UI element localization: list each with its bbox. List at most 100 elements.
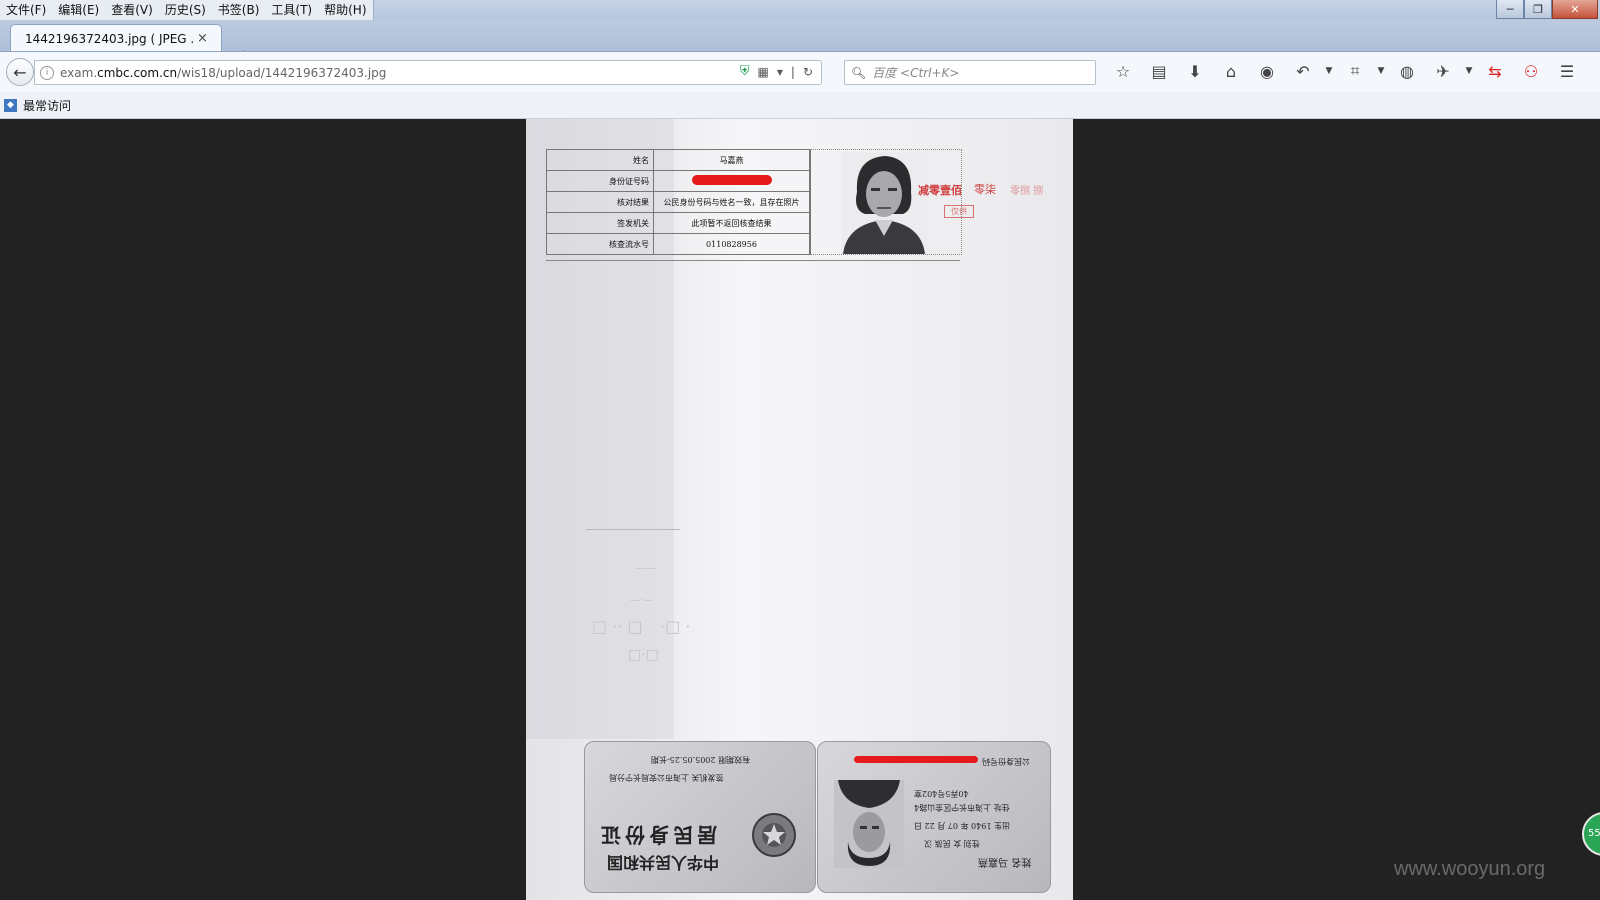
national-emblem-icon: [752, 813, 796, 857]
search-icon: 🔍︎: [851, 65, 867, 80]
bookmark-folder-icon: ◆: [4, 98, 17, 112]
faint-mark: □ ·· □: [592, 617, 643, 636]
menu-edit[interactable]: 编辑(E): [52, 0, 105, 20]
comment-icon[interactable]: ◍: [1389, 62, 1425, 81]
stamp-text: 零柒: [974, 183, 996, 196]
download-icon[interactable]: ⬇: [1177, 62, 1213, 81]
card-id-label: 公民身份号码: [982, 757, 1030, 766]
table-row: 身份证号码: [546, 170, 810, 192]
toolbar: ☆ ▤ ⬇ ⌂ ◉ ↶ ▼ ⌗ ▼ ◍ ✈ ▼ ⇆ ⚇ ☰: [1105, 61, 1585, 81]
menu-tools[interactable]: 工具(T): [265, 0, 318, 20]
navigation-bar: ← i exam.cmbc.com.cn/wis18/upload/144219…: [0, 51, 1600, 93]
menu-bar: 文件(F) 编辑(E) 查看(V) 历史(S) 书签(B) 工具(T) 帮助(H…: [0, 0, 374, 20]
verification-table: 姓名 马嘉燕 身份证号码 核对结果 公民身份号码与姓名一致，且存在照片 签发机关 此项…: [546, 149, 810, 255]
tab-strip: 1442196372403.jpg ( JPEG ... × +: [0, 20, 1600, 67]
tab-title: 1442196372403.jpg ( JPEG ...: [25, 31, 193, 46]
url-path: /wis18/upload/1442196372403.jpg: [177, 65, 387, 80]
extension-icon[interactable]: ✈: [1425, 62, 1461, 81]
tab-image[interactable]: 1442196372403.jpg ( JPEG ... ×: [10, 24, 222, 52]
dropdown-icon[interactable]: ▼: [1321, 66, 1337, 76]
security-icon[interactable]: ⚇: [1513, 62, 1549, 81]
card-country: 中华人民共和国: [607, 853, 720, 872]
tab-close-icon[interactable]: ×: [197, 31, 208, 46]
table-key: 核查流水号: [546, 233, 654, 255]
redaction-mark: [854, 756, 978, 763]
site-identity-icon[interactable]: i: [40, 65, 54, 80]
table-value: [653, 170, 810, 192]
card-birth: 出生 1940 年 07 月 22 日: [914, 821, 1010, 830]
faint-mark: ——: [636, 563, 656, 574]
url-text: exam.cmbc.com.cn/wis18/upload/1442196372…: [60, 66, 386, 80]
reload-icon[interactable]: ↻: [803, 65, 813, 79]
search-placeholder: 百度 <Ctrl+K>: [872, 66, 960, 80]
bookmark-most-visited[interactable]: 最常访问: [23, 97, 71, 114]
faint-mark: ·□ ·: [660, 617, 691, 636]
table-key: 核对结果: [546, 191, 654, 213]
faint-line: [586, 529, 680, 530]
card-validity: 有效期限 2005.05.25-长期: [651, 755, 751, 764]
table-value: 公民身份号码与姓名一致，且存在照片: [653, 191, 810, 213]
url-prefix: exam.: [60, 65, 98, 80]
redaction-mark: [691, 175, 772, 185]
image-viewer: 姓名 马嘉燕 身份证号码 核对结果 公民身份号码与姓名一致，且存在照片 签发机关 此项…: [0, 119, 1600, 900]
crop-icon[interactable]: ⌗: [1337, 61, 1373, 81]
table-value: 0110828956: [653, 233, 810, 255]
watermark: www.wooyun.org: [1394, 858, 1546, 880]
address-bar[interactable]: i exam.cmbc.com.cn/wis18/upload/14421963…: [34, 60, 822, 85]
minimize-button[interactable]: ─: [1496, 0, 1524, 19]
menu-history[interactable]: 历史(S): [159, 0, 212, 20]
table-value: 马嘉燕: [653, 149, 810, 171]
faint-mark: □·□: [628, 647, 659, 663]
window-controls: ─ ❐ ✕: [1496, 0, 1598, 19]
table-row: 签发机关 此项暂不返回核查结果: [546, 212, 810, 234]
history-dropdown-icon[interactable]: ▾: [777, 65, 783, 79]
stamp-text: 减零壹佰: [918, 184, 962, 197]
separator: |: [790, 64, 795, 79]
stamp-text: 零捌 捌: [1010, 186, 1044, 197]
table-key: 身份证号码: [546, 170, 654, 192]
back-button[interactable]: ←: [6, 58, 34, 86]
url-action-icons: ⛨ ▦ ▾ | ↻: [740, 64, 813, 79]
menu-bookmarks[interactable]: 书签(B): [212, 0, 266, 20]
menu-file[interactable]: 文件(F): [0, 0, 52, 20]
home-icon[interactable]: ⌂: [1213, 62, 1249, 81]
url-domain: cmbc.com.cn: [97, 65, 178, 80]
reading-list-icon[interactable]: ▤: [1141, 62, 1177, 81]
restore-button[interactable]: ❐: [1524, 0, 1552, 19]
card-address: 住址 上海市长宁区金山路4: [914, 803, 1010, 812]
table-key: 签发机关: [546, 212, 654, 234]
menu-help[interactable]: 帮助(H): [318, 0, 372, 20]
faint-mark: —·—: [630, 595, 654, 606]
id-card-back: 中华人民共和国 居民身份证 签发机关 上海市公安局长宁分局 有效期限 2005.…: [584, 741, 816, 893]
dropdown-icon[interactable]: ▼: [1461, 66, 1477, 76]
card-portrait: [834, 780, 904, 868]
table-key: 姓名: [546, 149, 654, 171]
table-row: 核查流水号 0110828956: [546, 233, 810, 255]
bookmarks-bar: ◆ 最常访问: [0, 92, 1600, 119]
table-value: 此项暂不返回核查结果: [653, 212, 810, 234]
qr-code-icon[interactable]: ▦: [758, 65, 769, 79]
card-gender: 性别 女 民族 汉: [924, 839, 980, 848]
dropdown-icon[interactable]: ▼: [1373, 66, 1389, 76]
card-title: 居民身份证: [597, 823, 717, 847]
close-window-button[interactable]: ✕: [1552, 0, 1598, 19]
chat-icon[interactable]: ◉: [1249, 62, 1285, 81]
card-address-line2: 40弄5号402室: [914, 789, 969, 798]
card-authority: 签发机关 上海市公安局长宁分局: [609, 773, 724, 782]
card-name: 姓名 马嘉燕: [978, 856, 1032, 867]
table-row: 姓名 马嘉燕: [546, 149, 810, 171]
menu-view[interactable]: 查看(V): [105, 0, 159, 20]
divider: [546, 260, 960, 261]
stamp-box: 仅供: [944, 205, 974, 218]
undo-icon[interactable]: ↶: [1285, 62, 1321, 81]
id-photo: [841, 152, 927, 254]
search-bar[interactable]: 🔍︎ 百度 <Ctrl+K>: [844, 60, 1096, 85]
sync-icon[interactable]: ⇆: [1477, 62, 1513, 81]
scanned-document[interactable]: 姓名 马嘉燕 身份证号码 核对结果 公民身份号码与姓名一致，且存在照片 签发机关 此项…: [526, 119, 1073, 900]
id-photo-frame: [810, 149, 962, 255]
id-card-front: 公民身份号码 40弄5号402室 住址 上海市长宁区金山路4 出生 1940 年…: [817, 741, 1051, 893]
shield-icon[interactable]: ⛨: [740, 64, 750, 79]
bookmark-star-icon[interactable]: ☆: [1105, 62, 1141, 81]
table-row: 核对结果 公民身份号码与姓名一致，且存在照片: [546, 191, 810, 213]
menu-icon[interactable]: ☰: [1549, 62, 1585, 81]
